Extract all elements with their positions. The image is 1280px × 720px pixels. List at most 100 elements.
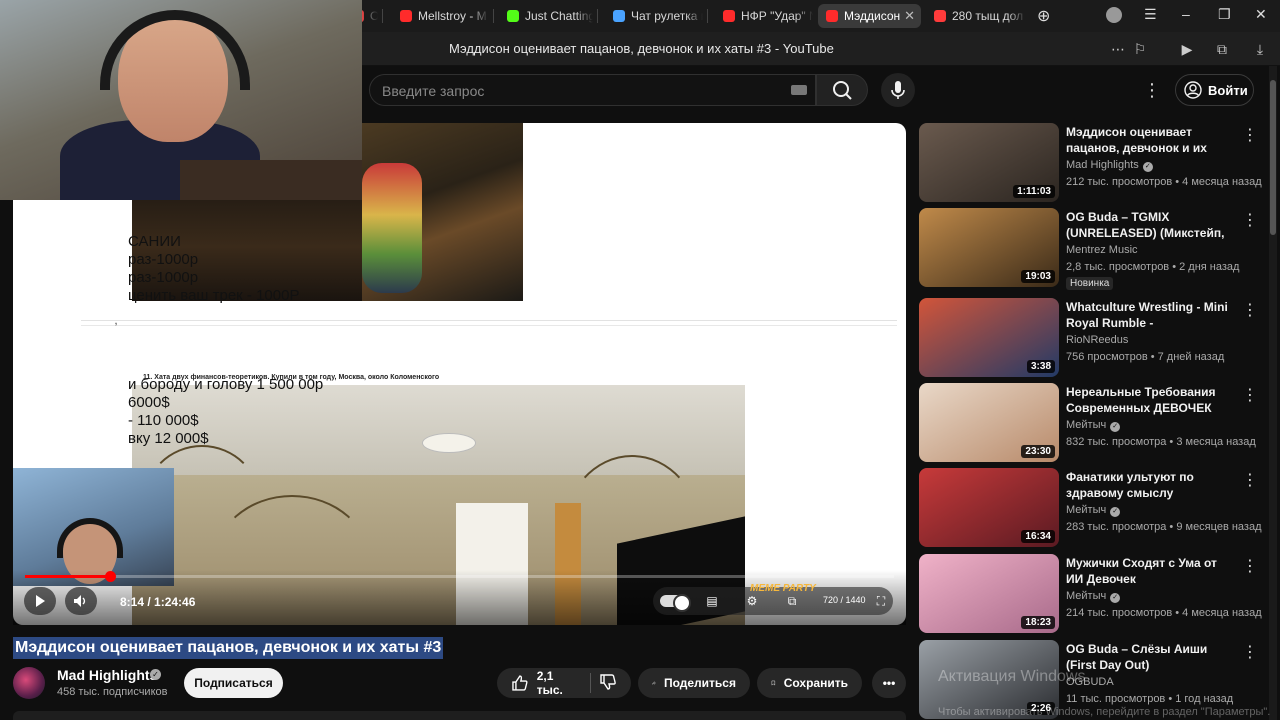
browser-tab[interactable]: Just Chatting — [499, 4, 593, 28]
channel-avatar[interactable] — [13, 667, 45, 699]
verified-icon: ✓ — [150, 669, 161, 680]
channel-name[interactable]: Мейтыч ✓ — [1066, 590, 1121, 603]
more-options-icon[interactable]: ⋯ — [1109, 40, 1127, 58]
video-duration: 23:30 — [1021, 445, 1055, 458]
miniplayer-icon[interactable]: ⧉ — [784, 594, 800, 608]
settings-gear-icon[interactable]: ⚙ — [744, 594, 760, 608]
tab-label: Мэддисон — [844, 9, 901, 23]
action-menu-icon[interactable]: ⋮ — [1242, 470, 1258, 490]
price-line: - 110 000$ — [128, 412, 199, 429]
description-box[interactable] — [13, 711, 906, 720]
video-thumbnail[interactable]: 19:03 — [919, 208, 1059, 287]
thumbs-down-icon — [600, 673, 616, 690]
recommendation-card[interactable]: 16:34 Фанатики ультуют по здравому смыслу… — [919, 468, 1262, 548]
tab-separator — [707, 9, 708, 23]
video-thumbnail[interactable]: 1:11:03 — [919, 123, 1059, 202]
microphone-icon — [891, 81, 905, 99]
new-tab-icon[interactable]: ⊕ — [1037, 6, 1050, 26]
video-thumbnail[interactable]: 18:23 — [919, 554, 1059, 633]
action-menu-icon[interactable]: ⋮ — [1242, 385, 1258, 405]
recommendation-card[interactable]: 19:03 OG Buda – TGMIX (UNRELEASED) (Микст… — [919, 208, 1259, 290]
recommendation-card[interactable]: 3:38 Whatculture Wrestling - Mini Royal R… — [919, 298, 1259, 378]
new-badge: Новинка — [1066, 277, 1114, 290]
close-tab-icon[interactable]: ✕ — [904, 8, 915, 24]
video-title[interactable]: Фанатики ультуют по здравому смыслу — [1066, 469, 1236, 501]
bookmark-icon[interactable]: ⚐ — [1131, 40, 1149, 58]
ceiling-lamp — [422, 433, 476, 453]
dislike-button[interactable] — [599, 673, 617, 694]
scrollbar-thumb[interactable] — [1270, 80, 1276, 235]
video-webcam-inset — [13, 468, 174, 586]
search-button[interactable] — [816, 74, 868, 106]
like-button[interactable]: 2,1 тыс. — [511, 669, 582, 697]
browser-tab[interactable]: НФР "Удар" N — [715, 4, 813, 28]
extensions-icon[interactable]: ⧉ — [1213, 40, 1231, 58]
channel-name[interactable]: RioNReedus — [1066, 334, 1128, 346]
channel-name[interactable]: Mad Highlights — [57, 667, 157, 683]
volume-button[interactable] — [65, 587, 97, 615]
progress-fill — [25, 575, 110, 578]
action-menu-icon[interactable]: ⋮ — [1242, 125, 1258, 145]
subtitles-icon[interactable]: ▤ — [704, 594, 720, 608]
media-icon[interactable]: ▶ — [1178, 40, 1196, 58]
action-menu-icon[interactable]: ⋮ — [1242, 210, 1258, 230]
action-menu-icon[interactable]: ⋮ — [1242, 642, 1258, 662]
search-input[interactable] — [382, 81, 782, 101]
video-title[interactable]: OG Buda – Слёзы Аиши (First Day Out) — [1066, 641, 1236, 673]
channel-name[interactable]: Mentrez Music — [1066, 244, 1138, 256]
video-thumbnail[interactable]: 23:30 — [919, 383, 1059, 462]
meme-party-watermark: MEME PARTY — [750, 583, 816, 594]
menu-icon[interactable]: ☰ — [1144, 6, 1157, 23]
profile-avatar-icon[interactable] — [1106, 7, 1122, 23]
browser-tab[interactable]: 280 тыщ дол — [926, 4, 1026, 28]
recommendation-card[interactable]: 23:30 Нереальные Требования Современных Д… — [919, 383, 1259, 463]
streamer-webcam — [0, 0, 362, 200]
signin-label: Войти — [1208, 82, 1248, 98]
progress-scrubber[interactable] — [105, 571, 116, 582]
fullscreen-icon[interactable]: ⛶ — [873, 594, 889, 608]
channel-label: Mentrez Music — [1066, 244, 1138, 256]
channel-label: Mad Highlights — [1066, 159, 1139, 171]
signin-button[interactable]: Войти — [1175, 74, 1254, 106]
autoplay-toggle[interactable] — [660, 594, 691, 612]
action-menu-icon[interactable]: ⋮ — [1242, 300, 1258, 320]
browser-tab[interactable]: Мэддисон ✕ — [818, 4, 921, 28]
video-title[interactable]: Мужички Сходят с Ума от ИИ Девочек — [1066, 555, 1236, 587]
download-icon[interactable]: ⤓ — [1251, 40, 1269, 58]
video-meta: 212 тыс. просмотров • 4 месяца назад — [1066, 176, 1262, 188]
verified-icon: ✓ — [1110, 422, 1121, 432]
video-title[interactable]: OG Buda – TGMIX (UNRELEASED) (Микстейп, … — [1066, 209, 1236, 241]
time-display: 8:14 / 1:24:46 — [120, 595, 196, 609]
video-thumbnail[interactable]: 16:34 — [919, 468, 1059, 547]
channel-name[interactable]: Mad Highlights ✓ — [1066, 159, 1153, 172]
action-menu-icon[interactable]: ⋮ — [1242, 556, 1258, 576]
price-line: 6000$ — [128, 394, 170, 411]
subscribe-button[interactable]: Подписаться — [184, 668, 283, 698]
settings-menu-icon[interactable]: ⋮ — [1142, 80, 1162, 100]
channel-name[interactable]: Мейтыч ✓ — [1066, 419, 1121, 432]
browser-tab[interactable]: Mellstroy - M — [392, 4, 489, 28]
video-duration: 18:23 — [1021, 616, 1055, 629]
progress-bar[interactable] — [25, 571, 894, 582]
browser-tab[interactable]: Чат рулетка г — [605, 4, 703, 28]
voice-search-button[interactable] — [881, 73, 915, 107]
video-title[interactable]: Мэддисон оценивает пацанов, девчонок и и… — [1066, 124, 1236, 156]
video-thumbnail[interactable]: 3:38 — [919, 298, 1059, 377]
video-duration: 3:38 — [1026, 360, 1055, 373]
channel-name[interactable]: Мейтыч ✓ — [1066, 504, 1121, 517]
share-button[interactable]: Поделиться — [638, 668, 750, 698]
verified-icon: ✓ — [1142, 162, 1153, 172]
video-title[interactable]: Whatculture Wrestling - Mini Royal Rumbl… — [1066, 299, 1236, 331]
close-window-icon[interactable]: ✕ — [1255, 6, 1267, 23]
recommendation-card[interactable]: 1:11:03 Мэддисон оценивает пацанов, девчо… — [919, 123, 1262, 203]
recommendation-card[interactable]: 18:23 Мужички Сходят с Ума от ИИ Девочек М… — [919, 554, 1262, 634]
keyboard-icon[interactable] — [791, 85, 807, 95]
more-actions-button[interactable]: ••• — [872, 668, 906, 698]
video-title[interactable]: Нереальные Требования Современных ДЕВОЧЕ… — [1066, 384, 1236, 416]
document-overlay — [13, 201, 132, 301]
play-button[interactable] — [24, 587, 56, 615]
save-button[interactable]: Сохранить — [757, 668, 862, 698]
restore-icon[interactable]: ❐ — [1218, 6, 1231, 23]
minimize-icon[interactable]: – — [1182, 6, 1190, 22]
windows-activation-title: Активация Windows — [938, 668, 1086, 685]
